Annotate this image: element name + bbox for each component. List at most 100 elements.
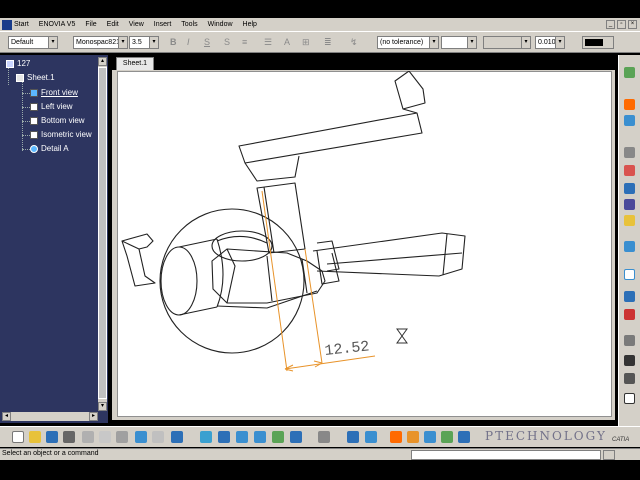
view-creation-icon[interactable] — [624, 147, 635, 158]
minimize-button[interactable]: _ — [606, 20, 615, 29]
menu-insert[interactable]: Insert — [149, 21, 177, 28]
insert-symbol-icon[interactable]: ≣ — [324, 37, 332, 48]
zoom-in-icon[interactable] — [236, 431, 248, 443]
scroll-left-icon[interactable]: ◂ — [2, 412, 11, 421]
scroll-down-icon[interactable]: ▾ — [98, 402, 107, 411]
cut-icon[interactable] — [82, 431, 94, 443]
scroll-right-icon[interactable]: ▸ — [89, 412, 98, 421]
tree-icon[interactable] — [624, 67, 635, 78]
restore-button[interactable]: ▫ — [617, 20, 626, 29]
superscript-icon[interactable]: ≡ — [242, 37, 247, 47]
show-constraints-icon[interactable] — [424, 431, 436, 443]
menu-enovia[interactable]: ENOVIA V5 — [34, 21, 81, 28]
active-view-icon — [30, 88, 38, 97]
save-icon[interactable] — [46, 431, 58, 443]
tree-item-label: Left view — [41, 102, 73, 111]
command-input[interactable] — [411, 450, 601, 460]
numerical-format-select[interactable]: ▾ — [483, 36, 531, 49]
tree-item-label: Bottom view — [41, 116, 85, 125]
style-select[interactable]: Default ▾ — [8, 36, 58, 49]
scroll-up-icon[interactable]: ▴ — [98, 57, 107, 66]
open-icon[interactable] — [29, 431, 41, 443]
italic-icon[interactable]: I — [187, 37, 190, 47]
menu-tools[interactable]: Tools — [176, 21, 202, 28]
scroll-thumb[interactable] — [98, 67, 107, 399]
tree-item-front-view[interactable]: Front view — [30, 88, 78, 97]
zoom-area-icon[interactable] — [272, 431, 284, 443]
drawing-canvas[interactable]: 12.52 — [117, 71, 612, 417]
tab-sheet-1[interactable]: Sheet.1 — [116, 57, 154, 70]
sketcher-icon[interactable] — [624, 115, 635, 126]
dimensions-icon[interactable] — [624, 291, 635, 302]
pan-icon[interactable] — [218, 431, 230, 443]
chevron-down-icon: ▾ — [429, 37, 438, 48]
tolerance-select[interactable]: (no tolerance) ▾ — [377, 36, 439, 49]
close-button[interactable]: × — [628, 20, 637, 29]
bold-icon[interactable]: B — [170, 37, 177, 47]
table-icon[interactable] — [624, 373, 635, 384]
geometry-creation-icon[interactable] — [624, 269, 635, 280]
command-button[interactable] — [603, 450, 615, 460]
copy-icon[interactable] — [99, 431, 111, 443]
tree-item-left-view[interactable]: Left view — [30, 102, 73, 111]
tree-item-bottom-view[interactable]: Bottom view — [30, 116, 85, 125]
font-select[interactable]: Monospac821 ▾ — [73, 36, 128, 49]
text-icon[interactable] — [624, 393, 635, 404]
tree-item-label: Front view — [41, 88, 78, 97]
annotations-icon[interactable] — [624, 309, 635, 320]
align-left-icon[interactable]: ☰ — [264, 37, 272, 48]
dress-up-icon[interactable] — [624, 335, 635, 346]
style-select-value: Default — [11, 39, 34, 46]
section-view-icon[interactable] — [624, 165, 635, 176]
new-icon[interactable] — [12, 431, 24, 443]
select-icon[interactable] — [624, 99, 635, 110]
font-size-select[interactable]: 3.5 ▾ — [129, 36, 159, 49]
menu-window[interactable]: Window — [203, 21, 238, 28]
analysis-display-icon[interactable] — [390, 431, 402, 443]
detail-view-icon — [30, 144, 38, 153]
fit-all-icon[interactable] — [200, 431, 212, 443]
precision-select[interactable]: 0.010 ▾ — [535, 36, 565, 49]
menu-help[interactable]: Help — [238, 21, 262, 28]
view-icon — [30, 116, 38, 125]
wheel-hub-rim — [216, 235, 268, 244]
anchor-icon[interactable]: ⊞ — [302, 37, 310, 48]
tree-root[interactable]: 127 — [6, 59, 30, 68]
axis-icon[interactable] — [624, 355, 635, 366]
tree-item-label: Isometric view — [41, 130, 92, 139]
dimension-system-icon[interactable] — [407, 431, 419, 443]
wizard-icon[interactable] — [624, 241, 635, 252]
grid-icon[interactable] — [347, 431, 359, 443]
menu-edit[interactable]: Edit — [102, 21, 124, 28]
update-icon[interactable] — [458, 431, 470, 443]
snap-to-point-icon[interactable] — [365, 431, 377, 443]
tree-sheet[interactable]: Sheet.1 — [16, 73, 55, 82]
tolerance-value-select[interactable]: ▾ — [441, 36, 477, 49]
swap-visible-space-icon[interactable] — [318, 431, 330, 443]
text-frame-icon[interactable]: A — [284, 37, 290, 47]
tree-item-isometric-view[interactable]: Isometric view — [30, 130, 92, 139]
detail-view-icon[interactable] — [624, 183, 635, 194]
paste-icon[interactable] — [116, 431, 128, 443]
clipping-view-icon[interactable] — [624, 199, 635, 210]
zoom-out-icon[interactable] — [254, 431, 266, 443]
color-picker[interactable] — [582, 36, 614, 49]
create-constraints-icon[interactable] — [441, 431, 453, 443]
tolerance-icon[interactable]: ↯ — [350, 37, 358, 48]
tree-item-detail-a[interactable]: Detail A — [30, 144, 69, 153]
undo-icon[interactable] — [135, 431, 147, 443]
break-view-icon[interactable] — [624, 215, 635, 226]
print-icon[interactable] — [63, 431, 75, 443]
menu-view[interactable]: View — [124, 21, 149, 28]
normal-view-icon[interactable] — [290, 431, 302, 443]
whats-this-icon[interactable] — [171, 431, 183, 443]
tree-horizontal-scrollbar[interactable]: ◂ ▸ — [2, 412, 98, 421]
tree-vertical-scrollbar[interactable]: ▴ ▾ — [98, 57, 107, 411]
underline-icon[interactable]: S — [204, 37, 210, 47]
strikethrough-icon[interactable]: S — [224, 37, 230, 47]
vertical-post — [256, 182, 306, 254]
chevron-down-icon: ▾ — [467, 37, 476, 48]
redo-icon[interactable] — [152, 431, 164, 443]
start-menu[interactable]: Start — [0, 19, 34, 30]
menu-file[interactable]: File — [80, 21, 101, 28]
